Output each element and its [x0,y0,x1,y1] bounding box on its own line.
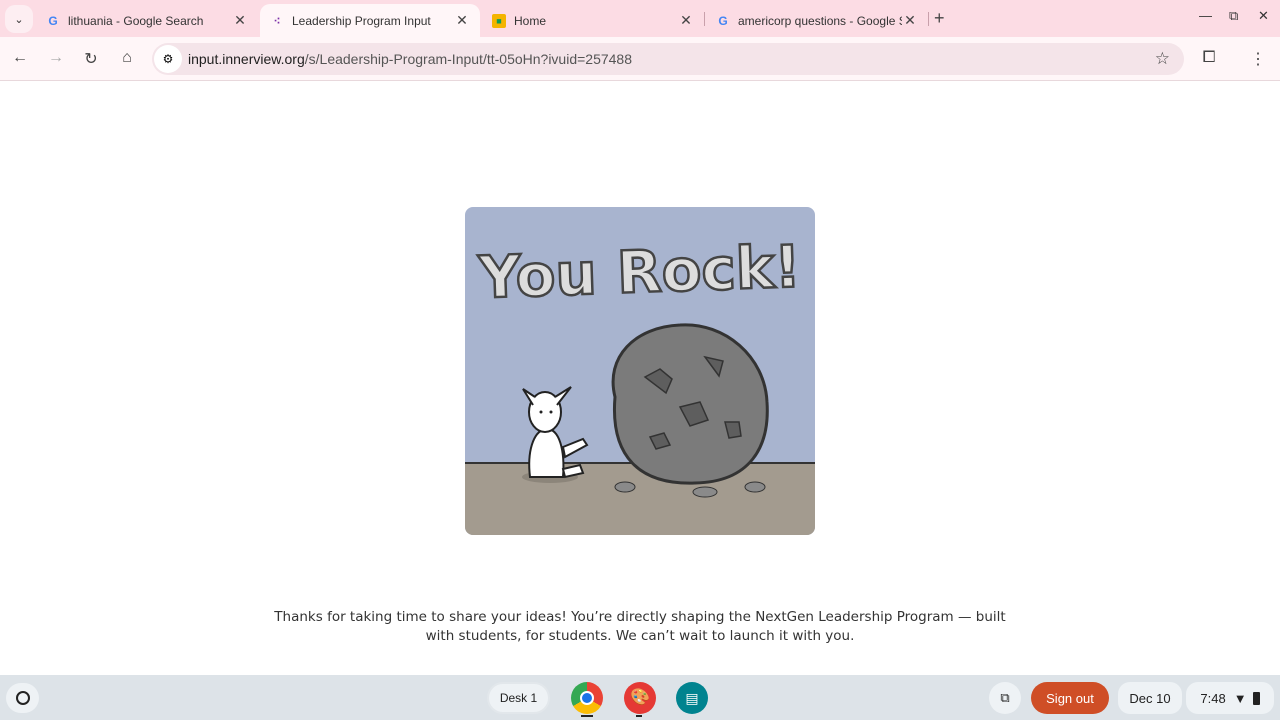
tab-divider [928,12,929,26]
battery-icon [1252,691,1260,705]
chrome-running-indicator [581,715,593,717]
minimize-button[interactable]: — [1199,8,1212,23]
new-tab-button[interactable]: + [934,8,945,29]
google-icon: G [718,13,728,28]
site-settings-icon[interactable]: ⚙ [154,45,182,73]
tab-divider [704,12,705,26]
url-path: /s/Leadership-Program-Input/tt-05oHn?ivu… [304,51,633,67]
launcher-icon [15,691,30,705]
tab-title: Leadership Program Input [292,13,431,28]
restore-button[interactable]: ⧉ [1229,8,1238,24]
desk-button[interactable]: Desk 1 [487,682,550,714]
close-tab-icon[interactable]: ✕ [678,12,694,29]
classroom-app-icon[interactable]: ▤ [676,682,708,714]
address-bar[interactable]: ⚙ input.innerview.org/s/Leadership-Progr… [152,43,1184,75]
date-tray[interactable]: Dec 10 [1118,682,1182,714]
home-icon[interactable]: ⌂ [117,49,137,67]
tab-leadership-program[interactable]: ⁖ Leadership Program Input ✕ [260,4,480,37]
you-rock-illustration: You Rock! [465,207,815,535]
reload-icon[interactable]: ↻ [81,49,101,69]
tab-title: americorp questions - Google S [738,13,902,28]
tab-search-button[interactable]: ⌄ [5,5,33,33]
you-rock-lettering: You Rock! [477,232,802,311]
google-icon: G [48,13,58,28]
tab-title: Home [514,13,547,28]
extensions-icon[interactable]: ⧠ [1199,49,1219,67]
sign-out-button[interactable]: Sign out [1031,682,1109,714]
thank-you-message: Thanks for taking time to share your ide… [274,609,1006,644]
close-tab-icon[interactable]: ✕ [454,12,470,29]
url-host: input.innerview.org [188,51,305,67]
browser-toolbar: ← → ↻ ⌂ ⚙ input.innerview.org/s/Leadersh… [0,37,1280,81]
clock: 7:48 [1200,690,1226,706]
tab-title: lithuania - Google Search [68,13,204,28]
page-content: You Rock! Thanks for taking time to shar… [0,82,1280,675]
bookmark-star-icon[interactable]: ☆ [1155,49,1170,69]
chrome-app-icon[interactable] [571,682,603,714]
back-icon[interactable]: ← [10,49,30,67]
screenshot-tray-icon[interactable]: ⧉ [989,682,1021,714]
tab-americorp[interactable]: G americorp questions - Google S ✕ [706,4,928,37]
classroom-icon: ■ [492,13,506,28]
tab-home[interactable]: ■ Home ✕ [482,4,704,37]
system-shelf: Desk 1 🎨 ▤ ⧉ Sign out Dec 10 7:48 ▼ [0,675,1280,720]
status-tray[interactable]: 7:48 ▼ [1186,682,1274,714]
paint-running-indicator [636,715,642,717]
url-text[interactable]: input.innerview.org/s/Leadership-Program… [188,51,632,67]
wifi-icon: ▼ [1233,690,1247,706]
close-window-button[interactable]: ✕ [1258,8,1269,24]
canvas-paint-app-icon[interactable]: 🎨 [624,682,656,714]
forward-icon[interactable]: → [46,49,66,67]
tab-strip: ⌄ G lithuania - Google Search ✕ ⁖ Leader… [0,0,1280,37]
innerview-icon: ⁖ [273,13,281,28]
launcher-button[interactable] [6,683,39,713]
tab-lithuania[interactable]: G lithuania - Google Search ✕ [36,4,258,37]
close-tab-icon[interactable]: ✕ [232,12,248,29]
close-tab-icon[interactable]: ✕ [902,12,918,29]
menu-icon[interactable]: ⋮ [1248,49,1268,69]
